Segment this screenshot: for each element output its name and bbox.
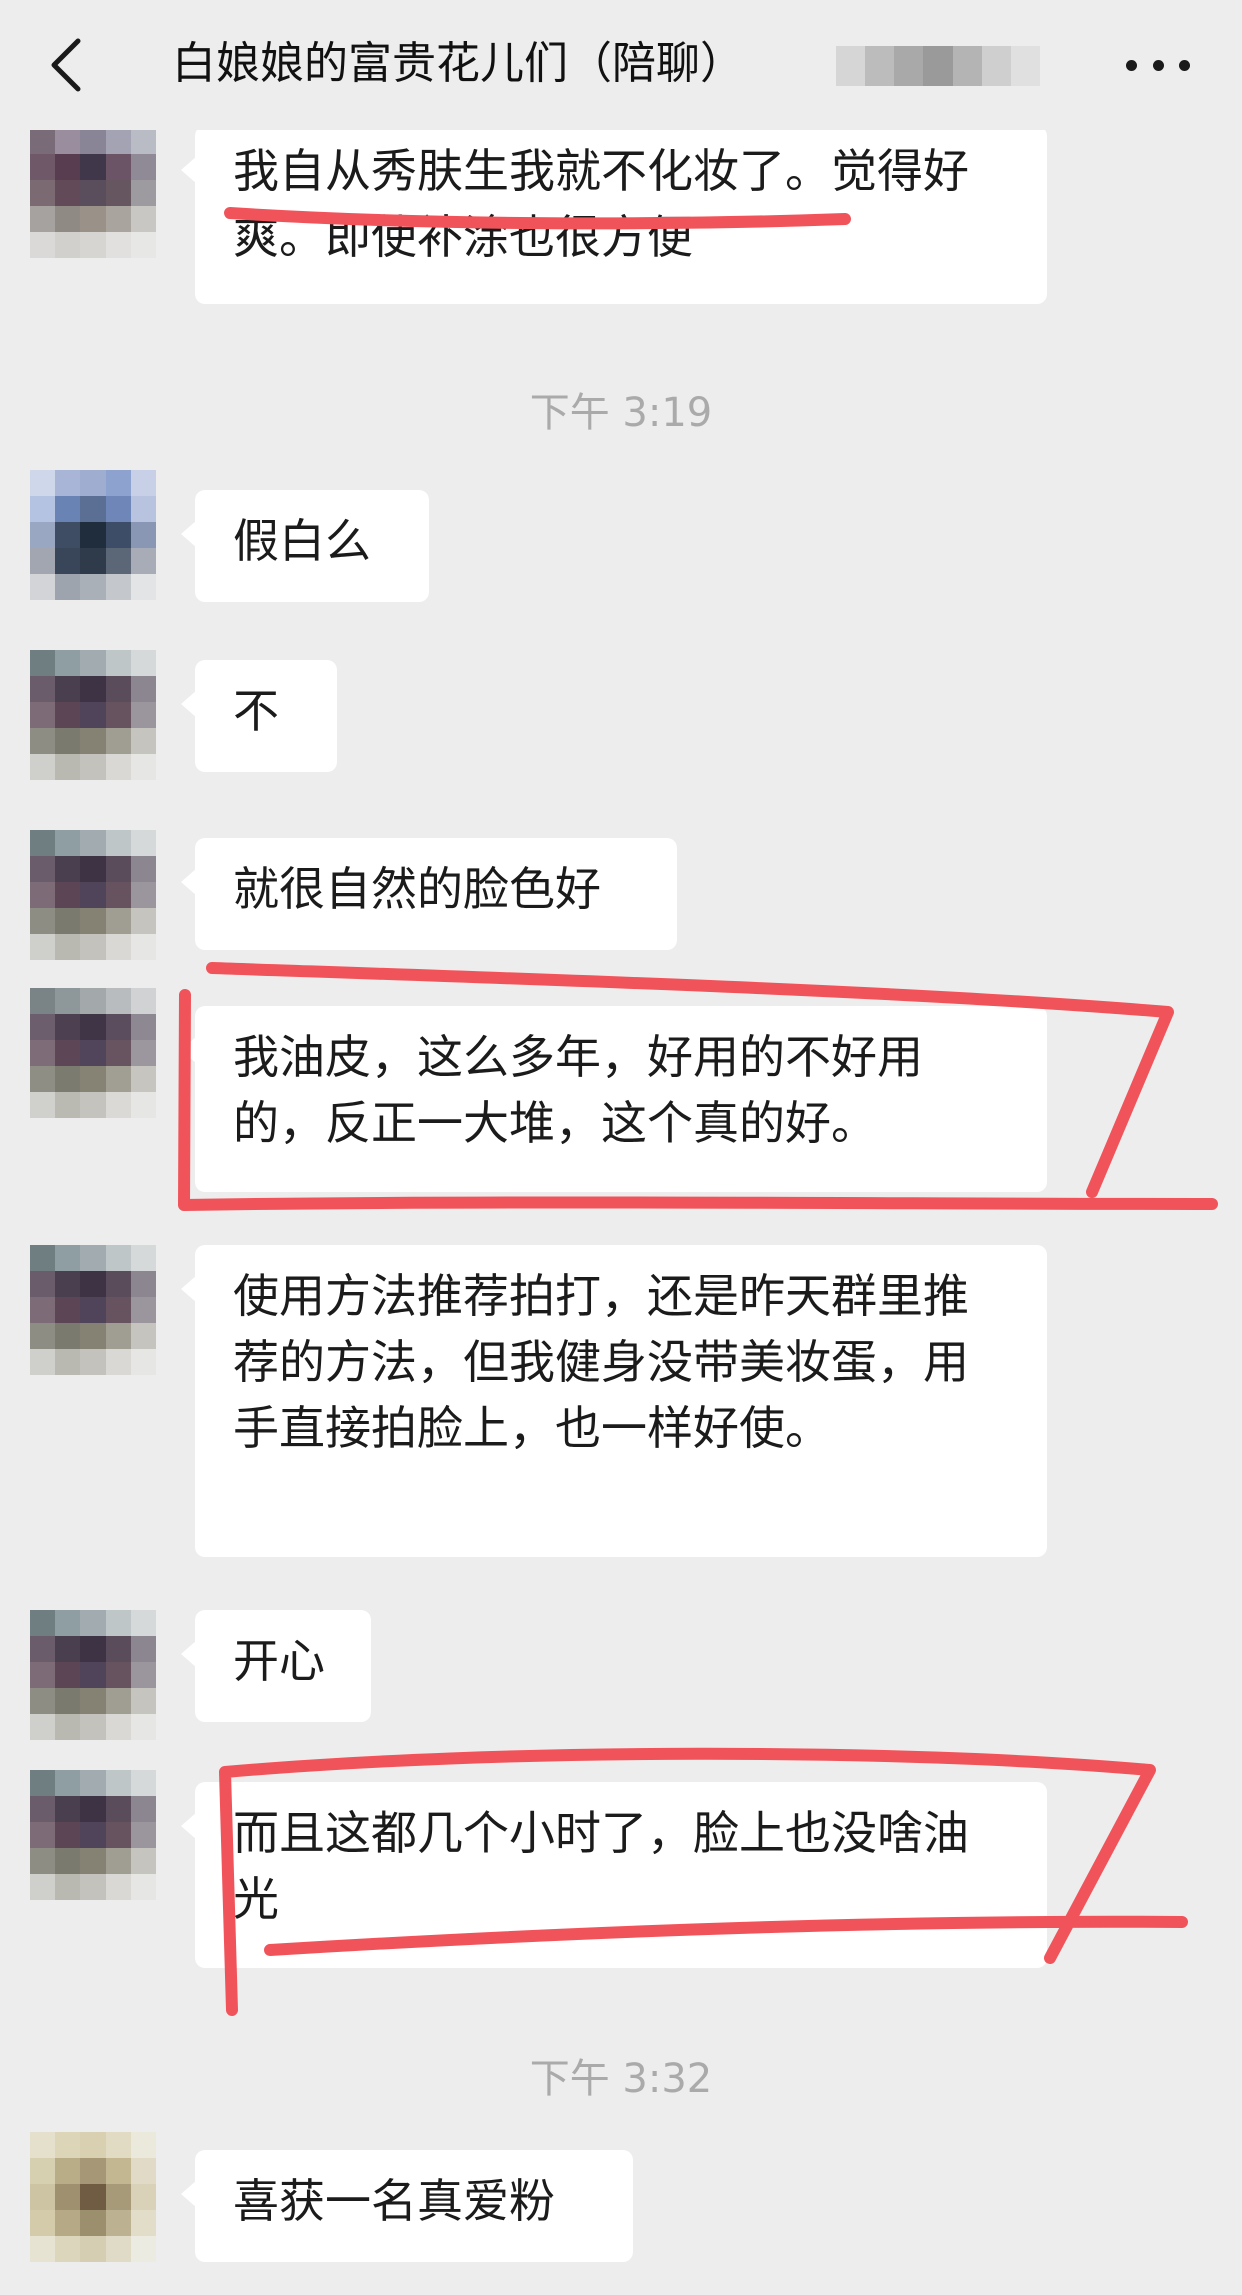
message-bubble[interactable]: 不 [181,660,337,772]
message-text: 我油皮，这么多年，好用的不好用的，反正一大堆，这个真的好。 [233,1030,923,1150]
avatar[interactable] [30,988,156,1118]
message-text: 不 [233,684,279,738]
timestamp: 下午 3:32 [529,2056,713,2102]
avatar[interactable] [30,2132,156,2262]
message-bubble[interactable]: 假白么 [181,490,429,602]
message-bubble[interactable]: 我自从秀肤生我就不化妆了。觉得好爽。即使补涂也很方便 [181,126,1047,304]
message-text: 假白么 [233,514,371,568]
avatar[interactable] [30,650,156,780]
message-bubble[interactable]: 使用方法推荐拍打，还是昨天群里推荐的方法，但我健身没带美妆蛋，用手直接拍脸上，也… [181,1245,1047,1557]
message-text: 开心 [233,1634,325,1688]
avatar[interactable] [30,1770,156,1900]
more-options-button[interactable] [1126,45,1190,85]
chevron-left-icon [51,38,81,92]
message-bubble[interactable]: 而且这都几个小时了，脸上也没啥油光 [181,1782,1047,1968]
avatar[interactable] [30,1245,156,1375]
message-bubble[interactable]: 开心 [181,1610,371,1722]
message-bubble[interactable]: 我油皮，这么多年，好用的不好用的，反正一大堆，这个真的好。 [181,1006,1047,1192]
blurred-member-count [836,46,1040,86]
timestamp: 下午 3:19 [529,390,713,436]
back-button[interactable] [40,30,90,100]
chat-header: 白娘娘的富贵花儿们（陪聊） [0,0,1242,130]
avatar[interactable] [30,1610,156,1740]
message-text: 使用方法推荐拍打，还是昨天群里推荐的方法，但我健身没带美妆蛋，用手直接拍脸上，也… [233,1269,969,1455]
message-text: 我自从秀肤生我就不化妆了。觉得好爽。即使补涂也很方便 [233,144,969,264]
avatar[interactable] [30,830,156,960]
avatar[interactable] [30,470,156,600]
message-text: 而且这都几个小时了，脸上也没啥油光 [233,1806,969,1926]
message-bubble[interactable]: 就很自然的脸色好 [181,838,677,950]
more-dots-icon [1126,59,1137,71]
avatar[interactable] [30,128,156,258]
message-text: 就很自然的脸色好 [233,862,601,916]
message-bubble[interactable]: 喜获一名真爱粉 [181,2150,633,2262]
chat-title: 白娘娘的富贵花儿们（陪聊） [172,38,744,89]
message-text: 喜获一名真爱粉 [233,2174,555,2228]
